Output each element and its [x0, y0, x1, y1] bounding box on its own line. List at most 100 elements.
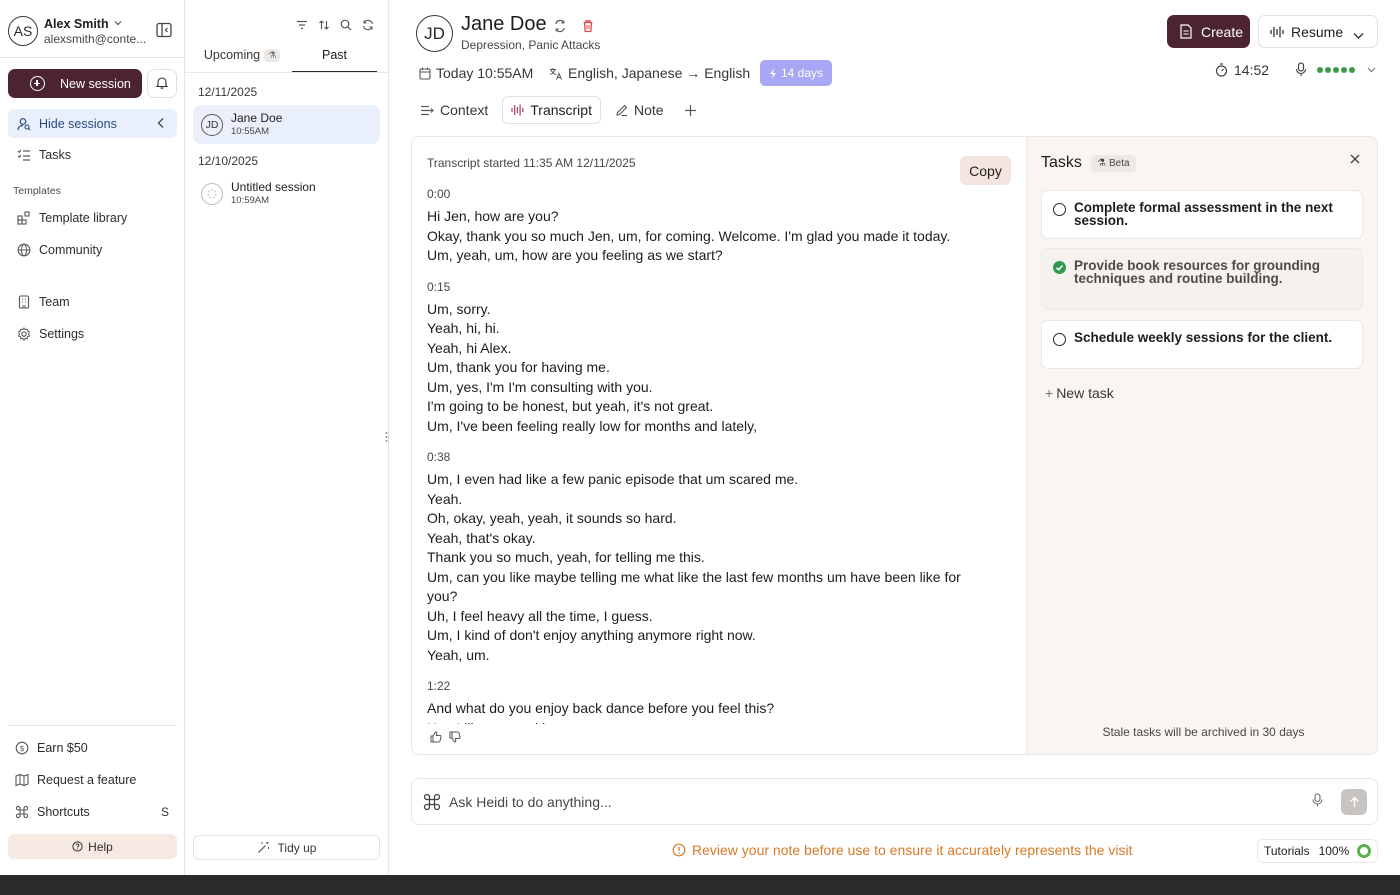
transcript-segment: 0:15 Um, sorry. Yeah, hi, hi. Yeah, hi Alex… [427, 280, 987, 437]
blocks-icon [17, 210, 31, 225]
transcript-line: I'm going to be honest, but yeah, it's n… [427, 398, 714, 414]
transcript-line: Okay, thank you so much Jen, um, for com… [427, 227, 951, 244]
waveform-icon [511, 104, 524, 116]
tasks-panel: Tasks ⚗ Beta Complete formal assessment … [1026, 137, 1377, 754]
sidebar-item-team[interactable]: Team [8, 287, 177, 316]
flask-icon: ⚗ [1097, 158, 1106, 169]
transcript-line: Um, yeah, um, how are you feeling as we … [427, 247, 723, 263]
sidebar-item-community[interactable]: Community [8, 235, 177, 264]
segment-timestamp[interactable]: 0:38 [427, 450, 987, 464]
earn-referral-link[interactable]: $ Earn $50 [8, 733, 177, 762]
segment-timestamp[interactable]: 0:00 [427, 187, 987, 201]
segment-timestamp[interactable]: 0:15 [427, 280, 987, 294]
shortcut-key: S [160, 805, 169, 819]
session-item-jane-doe[interactable]: JD Jane Doe 10:55AM [193, 105, 380, 144]
transcript-started: Transcript started 11:35 AM 12/11/2025 [427, 156, 636, 170]
tidy-up-button[interactable]: Tidy up [193, 835, 380, 860]
transcript-line: Yeah, hi, hi. [427, 320, 500, 336]
tutorials-button[interactable]: Tutorials 100% [1257, 839, 1378, 863]
chevron-down-icon [1367, 67, 1376, 73]
ask-box [411, 778, 1378, 825]
context-lines-icon [420, 105, 434, 116]
filter-icon[interactable] [295, 18, 309, 32]
chevron-down-icon[interactable] [1353, 27, 1364, 43]
refresh-icon[interactable] [361, 18, 375, 32]
sidebar-item-tasks[interactable]: Tasks [8, 140, 177, 169]
stopwatch-icon [1215, 63, 1228, 77]
plus-icon [684, 104, 697, 117]
close-icon[interactable] [1348, 152, 1362, 166]
thumbs-up-icon[interactable] [430, 731, 442, 746]
sort-icon[interactable] [317, 18, 331, 32]
new-session-button[interactable]: New session [8, 69, 142, 98]
alert-circle-icon [672, 843, 686, 857]
add-tab-button[interactable] [678, 96, 703, 124]
audio-level-meter [1317, 66, 1355, 73]
transcript-line: Um, I've been feeling really low for mon… [427, 417, 758, 434]
trial-days-badge[interactable]: 14 days [760, 60, 832, 86]
session-datetime[interactable]: Today 10:55AM [419, 60, 533, 86]
transcript-line: Yeah, um. [427, 646, 490, 663]
taskbar [0, 875, 1400, 895]
task-checkbox[interactable] [1053, 203, 1066, 216]
transcript-segment: 1:22 And what do you enjoy back dance bef… [427, 679, 987, 724]
patient-avatar: JD [416, 15, 453, 52]
account-switcher[interactable]: AS Alex Smith alexsmith@conte... [8, 14, 178, 48]
sidebar-item-template-library[interactable]: Template library [8, 203, 177, 232]
tab-context[interactable]: Context [412, 96, 496, 124]
chevron-down-icon [114, 15, 122, 30]
main-area: JD Jane Doe Depression, Panic Attacks Cr… [389, 0, 1400, 875]
transcript-line: Yeah. [427, 490, 463, 507]
help-button[interactable]: Help [8, 834, 177, 859]
send-button[interactable] [1341, 789, 1367, 815]
transcript-line: Hi Jen, how are you? [427, 208, 559, 224]
transcript-line: Um, I like um cooking. [427, 719, 987, 725]
thumbs-down-icon[interactable] [449, 731, 461, 746]
tab-note[interactable]: Note [607, 96, 672, 124]
sidebar-toggle-icon[interactable] [155, 21, 173, 39]
pencil-icon [615, 104, 628, 117]
tab-upcoming[interactable]: Upcoming ⚗ [193, 48, 291, 73]
link-patient-icon[interactable] [552, 18, 568, 34]
language-selector[interactable]: English, Japanese → English [549, 60, 750, 86]
help-circle-icon [72, 841, 83, 852]
flask-icon: ⚗ [264, 49, 281, 62]
sidebar-item-settings[interactable]: Settings [8, 319, 177, 348]
resume-button[interactable]: Resume [1258, 15, 1378, 48]
plus-icon: + [1045, 385, 1054, 401]
shortcuts-link[interactable]: Shortcuts S [8, 797, 177, 826]
hide-sessions-button[interactable]: Hide sessions [8, 109, 177, 138]
document-icon [1179, 24, 1193, 39]
segment-timestamp[interactable]: 1:22 [427, 679, 987, 693]
microphone-icon[interactable] [1312, 793, 1323, 810]
progress-ring-icon [1357, 844, 1371, 858]
account-email: alexsmith@conte... [44, 32, 147, 46]
task-checkbox-checked[interactable] [1053, 261, 1066, 274]
trash-icon[interactable] [580, 18, 596, 34]
chevron-left-icon [157, 117, 165, 132]
task-item[interactable]: Schedule weekly sessions for the client. [1041, 320, 1363, 369]
session-item-untitled[interactable]: Untitled session 10:59AM [193, 174, 380, 213]
task-checkbox[interactable] [1053, 333, 1066, 346]
create-button[interactable]: Create [1167, 15, 1250, 48]
request-feature-link[interactable]: Request a feature [8, 765, 177, 794]
new-task-button[interactable]: + New task [1045, 385, 1114, 401]
task-item[interactable]: Provide book resources for grounding tec… [1041, 248, 1363, 310]
search-icon[interactable] [339, 18, 353, 32]
user-search-icon [17, 117, 31, 131]
arrow-up-icon [1349, 796, 1360, 808]
copy-button[interactable]: Copy [960, 156, 1011, 185]
microphone-selector[interactable] [1295, 62, 1376, 77]
transcript-line: Uh, I feel heavy all the time, I guess. [427, 607, 653, 624]
patient-name[interactable]: Jane Doe [461, 13, 547, 36]
content-card: Transcript started 11:35 AM 12/11/2025 C… [411, 136, 1378, 755]
ask-input[interactable] [449, 791, 1269, 813]
session-placeholder-icon [201, 182, 223, 205]
transcript-line: And what do you enjoy back dance before … [427, 700, 775, 716]
tab-transcript[interactable]: Transcript [502, 96, 601, 124]
notifications-button[interactable] [147, 69, 177, 98]
transcript-body[interactable]: 0:00 Hi Jen, how are you? Okay, thank you … [427, 187, 987, 724]
task-item[interactable]: Complete formal assessment in the next s… [1041, 190, 1363, 239]
bell-icon [155, 76, 169, 92]
tab-past[interactable]: Past [292, 48, 377, 73]
